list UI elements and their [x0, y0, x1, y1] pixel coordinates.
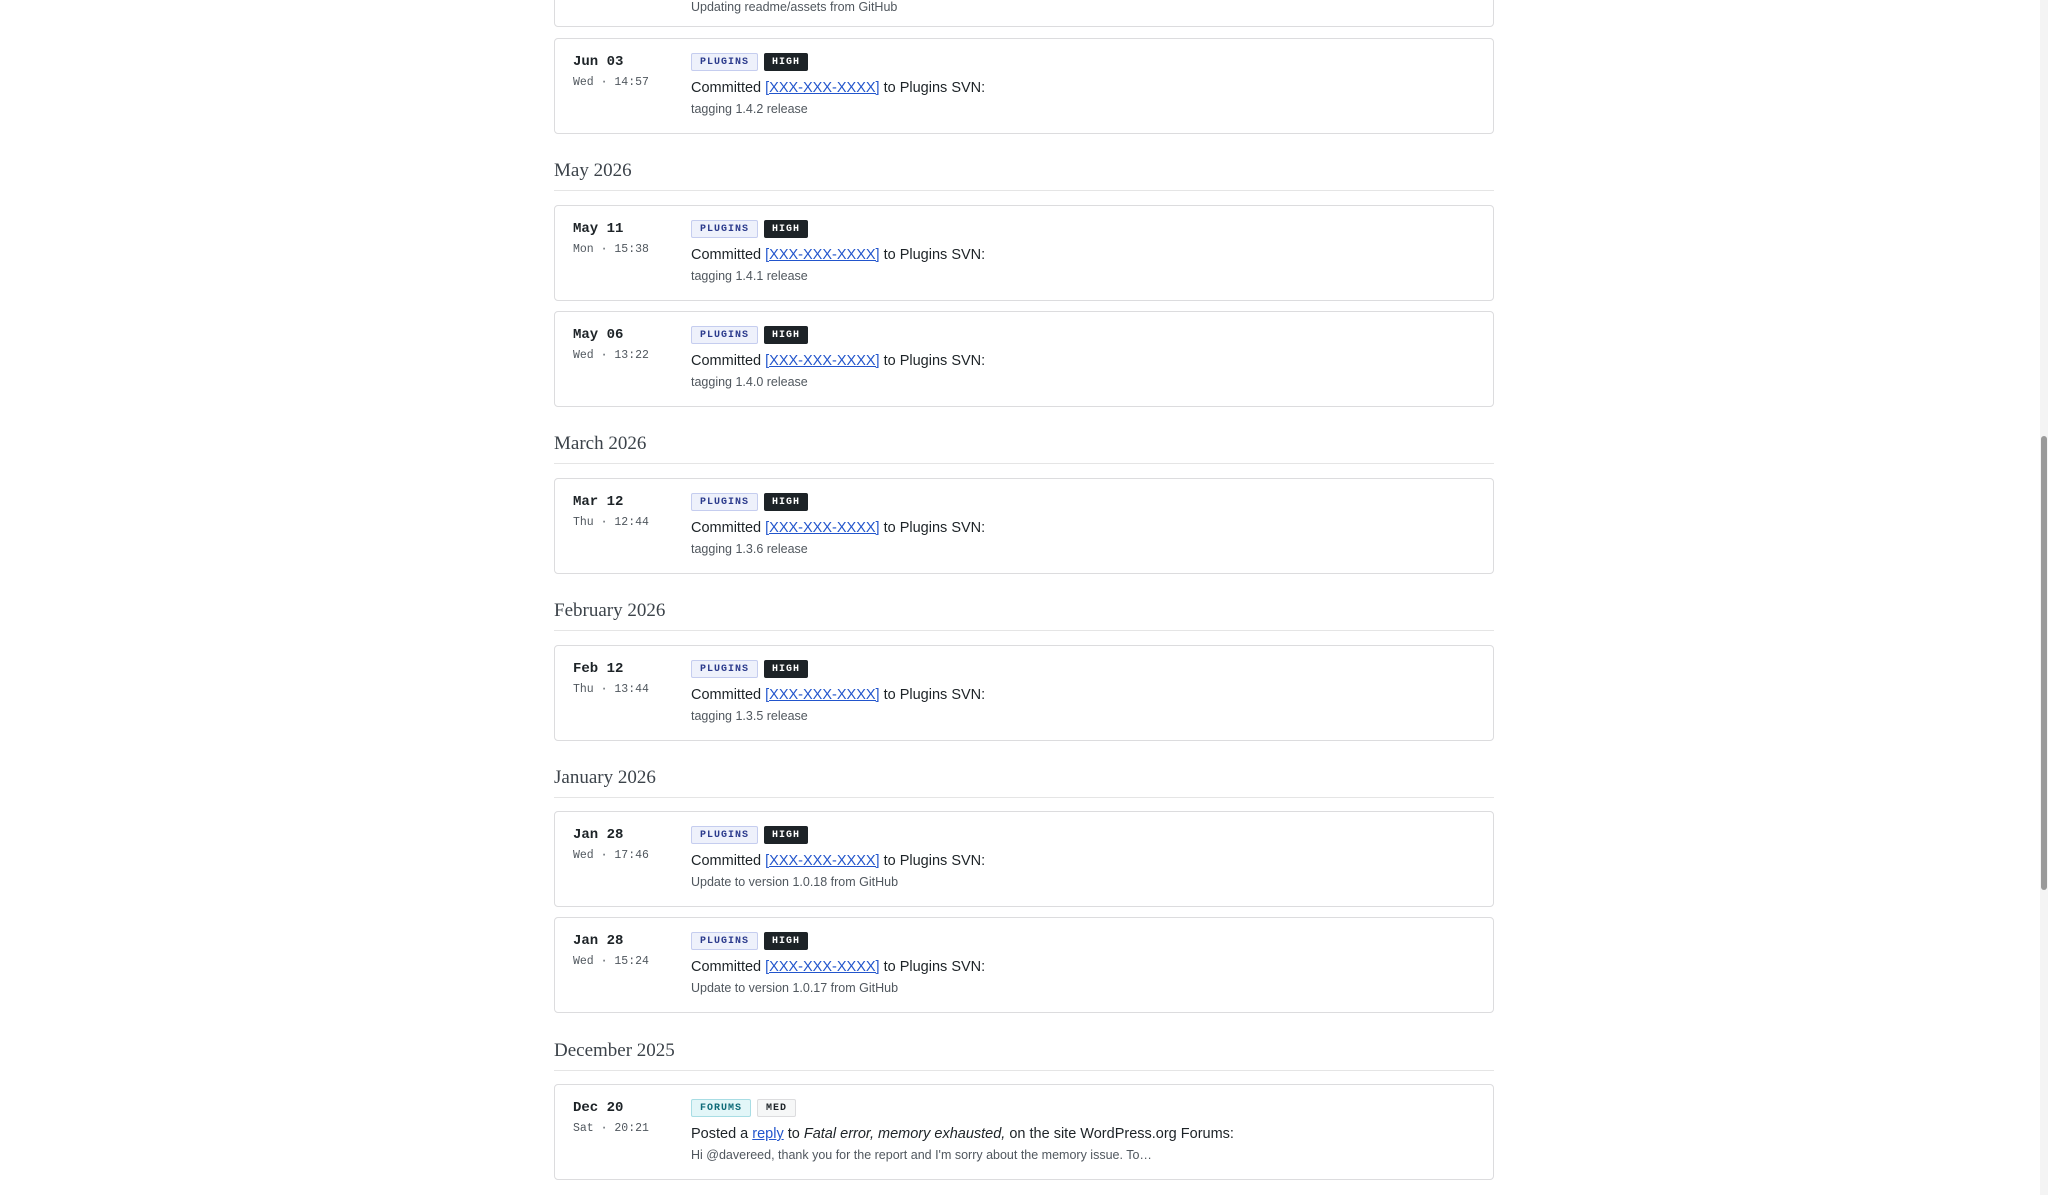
activity-card-partial: Updating readme/assets from GitHub [554, 0, 1494, 27]
commit-link[interactable]: [XXX-XXX-XXXX] [765, 520, 879, 536]
entry-description: tagging 1.4.1 release [691, 269, 808, 283]
month-heading: March 2026 [554, 433, 1494, 464]
entry-description: tagging 1.4.0 release [691, 375, 808, 389]
type-badge: PLUGINS [691, 660, 759, 678]
entry-description: tagging 1.3.5 release [691, 709, 808, 723]
entry-date: Mar 12 [573, 494, 624, 510]
commit-link[interactable]: [XXX-XXX-XXXX] [765, 80, 879, 96]
entry-description: Hi @davereed, thank you for the report a… [691, 1148, 1152, 1162]
entry-date: Feb 12 [573, 661, 624, 677]
entry-summary: Committed [XXX-XXX-XXXX] to Plugins SVN: [691, 687, 986, 703]
topic-title: Fatal error, memory exhausted, [803, 1126, 1006, 1142]
entry-time: Wed · 13:22 [573, 349, 649, 362]
activity-card: Feb 12 Thu · 13:44 PLUGINS HIGH Committe… [554, 645, 1494, 741]
type-badge: PLUGINS [691, 220, 759, 238]
activity-card: Mar 12 Thu · 12:44 PLUGINS HIGH Committe… [554, 478, 1494, 574]
priority-badge: HIGH [764, 53, 809, 71]
priority-badge: HIGH [764, 932, 809, 950]
entry-summary: Committed [XXX-XXX-XXXX] to Plugins SVN: [691, 959, 986, 975]
entry-description: Update to version 1.0.18 from GitHub [691, 875, 899, 889]
entry-date: Jun 03 [573, 54, 624, 70]
month-heading: December 2025 [554, 1040, 1494, 1071]
commit-link[interactable]: [XXX-XXX-XXXX] [765, 853, 879, 869]
entry-summary: Committed [XXX-XXX-XXXX] to Plugins SVN: [691, 353, 986, 369]
type-badge: PLUGINS [691, 53, 759, 71]
entry-summary: Committed [XXX-XXX-XXXX] to Plugins SVN: [691, 853, 986, 869]
entry-time: Wed · 14:57 [573, 76, 649, 89]
commit-link[interactable]: [XXX-XXX-XXXX] [765, 247, 879, 263]
entry-date: May 11 [573, 221, 624, 237]
type-badge: PLUGINS [691, 493, 759, 511]
entry-time: Wed · 17:46 [573, 849, 649, 862]
month-heading: May 2026 [554, 160, 1494, 191]
entry-summary: Posted a reply to Fatal error, memory ex… [691, 1126, 1234, 1142]
priority-badge: HIGH [764, 660, 809, 678]
entry-date: Jan 28 [573, 933, 624, 949]
entry-summary: Committed [XXX-XXX-XXXX] to Plugins SVN: [691, 80, 986, 96]
activity-card: May 11 Mon · 15:38 PLUGINS HIGH Committe… [554, 205, 1494, 301]
type-badge: PLUGINS [691, 826, 759, 844]
entry-time: Thu · 12:44 [573, 516, 649, 529]
entry-summary: Committed [XXX-XXX-XXXX] to Plugins SVN: [691, 520, 986, 536]
commit-link[interactable]: [XXX-XXX-XXXX] [765, 959, 879, 975]
activity-card: Jan 28 Wed · 15:24 PLUGINS HIGH Committe… [554, 917, 1494, 1013]
scrollbar[interactable] [2040, 0, 2048, 1195]
month-heading: February 2026 [554, 600, 1494, 631]
type-badge: FORUMS [691, 1099, 752, 1117]
entry-description: tagging 1.3.6 release [691, 542, 808, 556]
activity-card: May 06 Wed · 13:22 PLUGINS HIGH Committe… [554, 311, 1494, 407]
commit-link[interactable]: [XXX-XXX-XXXX] [765, 353, 879, 369]
entry-date: Dec 20 [573, 1100, 624, 1116]
month-heading: January 2026 [554, 767, 1494, 798]
entry-time: Sat · 20:21 [573, 1122, 649, 1135]
entry-date: Jan 28 [573, 827, 624, 843]
type-badge: PLUGINS [691, 326, 759, 344]
priority-badge: MED [757, 1099, 797, 1117]
entry-time: Thu · 13:44 [573, 683, 649, 696]
activity-card: Jan 28 Wed · 17:46 PLUGINS HIGH Committe… [554, 811, 1494, 907]
activity-card: Jun 03 Wed · 14:57 PLUGINS HIGH Committe… [554, 38, 1494, 134]
priority-badge: HIGH [764, 493, 809, 511]
commit-link[interactable]: [XXX-XXX-XXXX] [765, 687, 879, 703]
entry-summary: Committed [XXX-XXX-XXXX] to Plugins SVN: [691, 247, 986, 263]
entry-date: May 06 [573, 327, 624, 343]
priority-badge: HIGH [764, 220, 809, 238]
entry-time: Wed · 15:24 [573, 955, 649, 968]
reply-link[interactable]: reply [752, 1126, 783, 1142]
activity-card: Dec 20 Sat · 20:21 FORUMS MED Posted a r… [554, 1084, 1494, 1180]
entry-time: Mon · 15:38 [573, 243, 649, 256]
priority-badge: HIGH [764, 326, 809, 344]
scrollbar-thumb[interactable] [2041, 436, 2047, 890]
priority-badge: HIGH [764, 826, 809, 844]
type-badge: PLUGINS [691, 932, 759, 950]
entry-description: tagging 1.4.2 release [691, 102, 808, 116]
entry-description: Updating readme/assets from GitHub [691, 0, 898, 14]
entry-description: Update to version 1.0.17 from GitHub [691, 981, 899, 995]
